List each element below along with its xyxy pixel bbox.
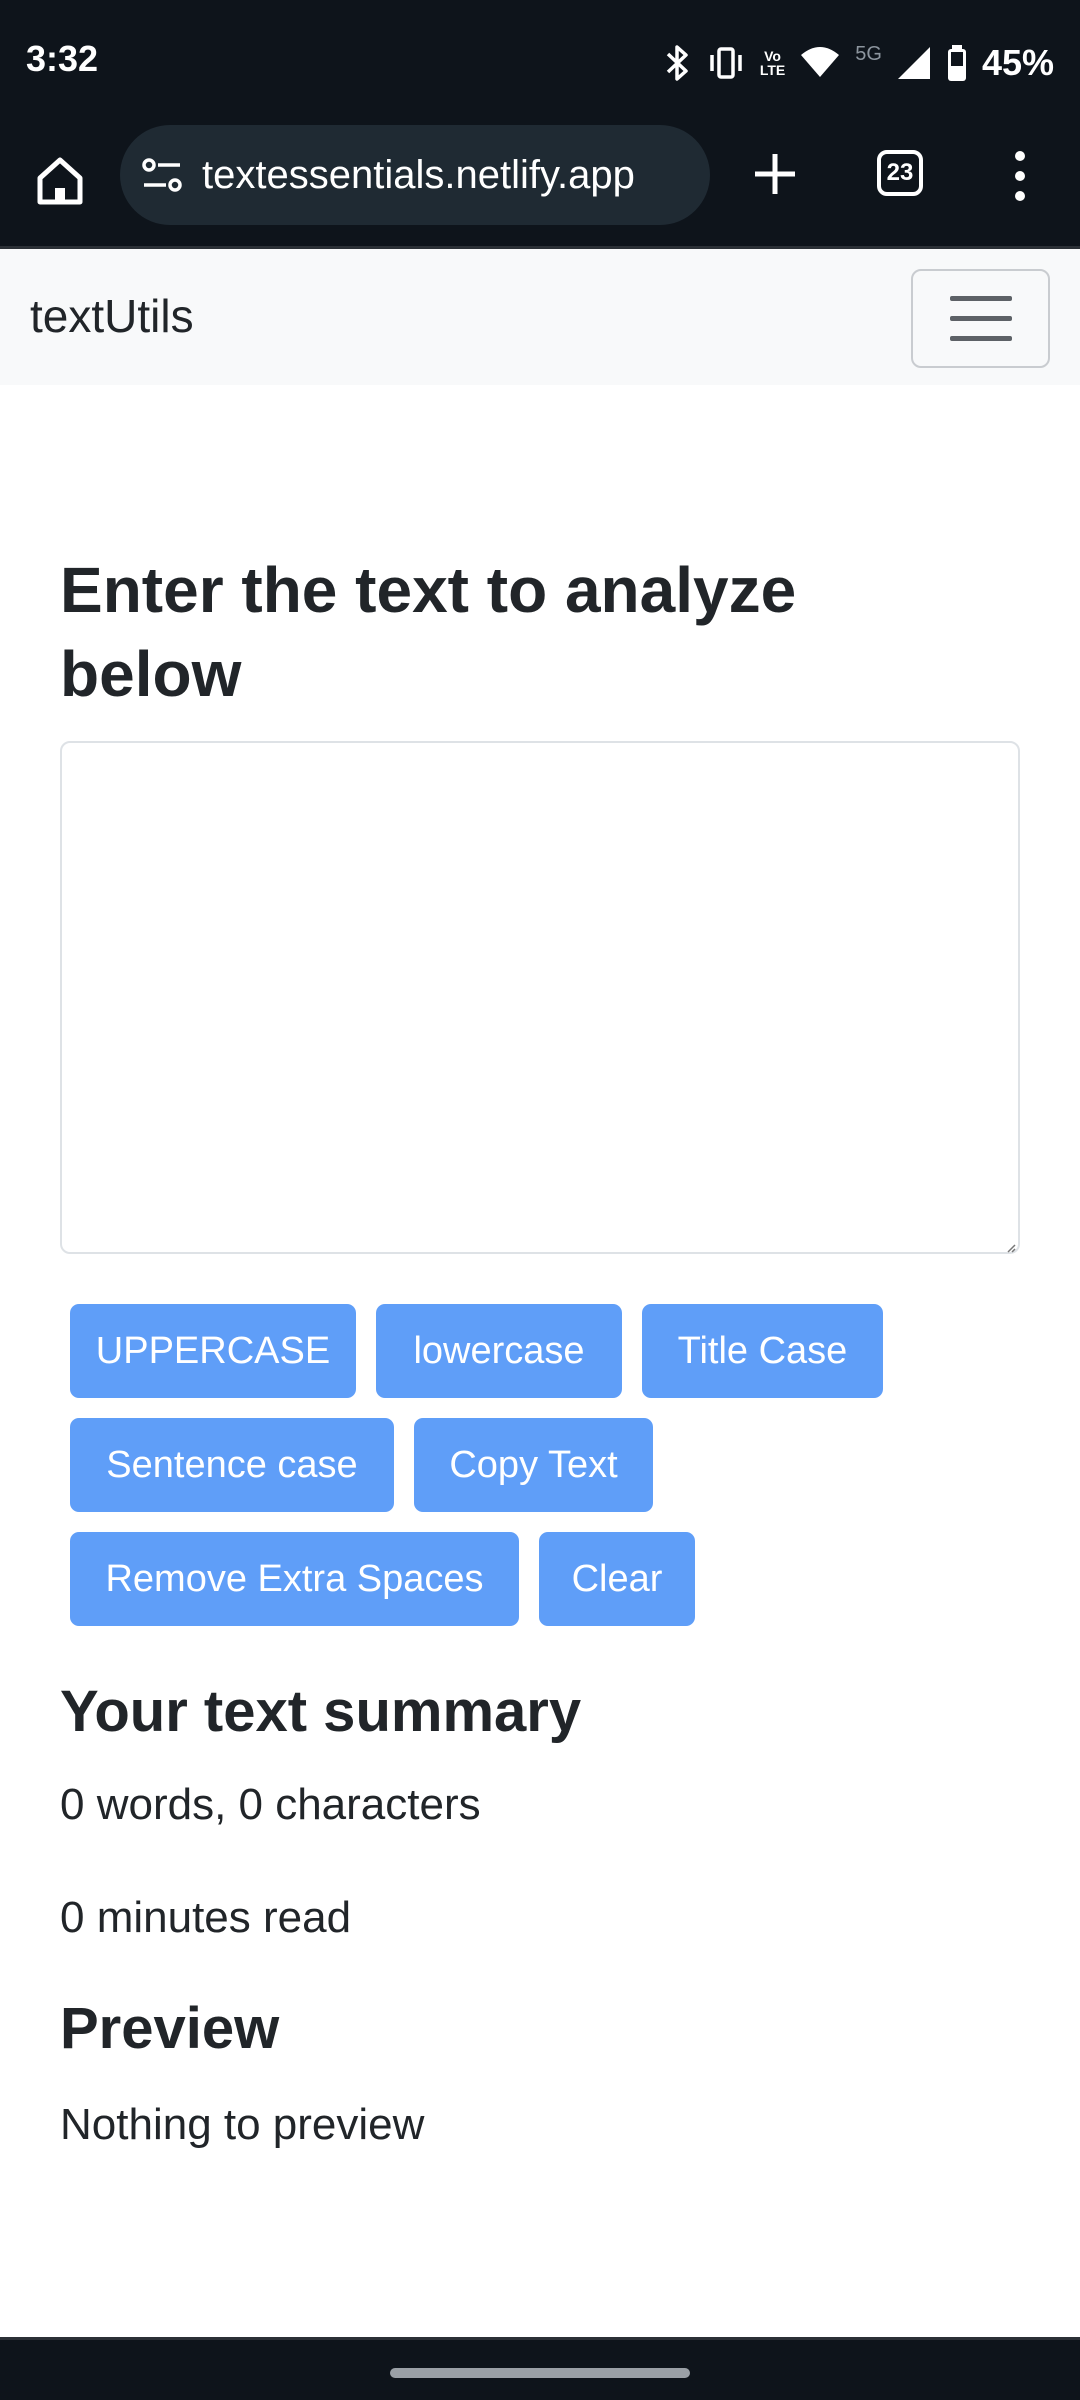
hamburger-icon-line <box>949 336 1012 341</box>
home-icon[interactable] <box>30 150 90 210</box>
word-char-count: 0 words, 0 characters <box>60 1780 481 1829</box>
signal-icon <box>896 43 932 83</box>
text-input-area[interactable] <box>60 741 1020 1254</box>
volte-label-bottom: LTE <box>759 62 786 78</box>
network-type-label: 5G <box>855 42 882 65</box>
new-tab-icon[interactable] <box>745 144 805 204</box>
read-time: 0 minutes read <box>60 1893 352 1942</box>
brand-link[interactable]: textUtils <box>30 289 194 343</box>
summary-title: Your text summary <box>60 1679 582 1744</box>
status-time: 3:32 <box>26 38 99 79</box>
home-gesture-handle[interactable] <box>390 2368 690 2378</box>
browser-toolbar: textessentials.netlify.app 23 <box>0 120 1080 246</box>
preview-text: Nothing to preview <box>60 2100 425 2149</box>
hamburger-icon-line <box>949 296 1012 301</box>
battery-icon <box>946 43 968 83</box>
more-menu-icon[interactable] <box>1000 146 1040 206</box>
status-bar: 3:32 Vo LTE 5G 45% <box>0 0 1080 120</box>
url-text: textessentials.netlify.app <box>202 152 635 197</box>
resize-grip-icon[interactable] <box>1006 1240 1016 1253</box>
clear-button[interactable]: Clear <box>539 1532 695 1626</box>
sentence-case-button[interactable]: Sentence case <box>70 1418 394 1512</box>
bluetooth-icon <box>662 43 692 83</box>
volte-icon: Vo LTE <box>760 49 785 77</box>
title-case-button[interactable]: Title Case <box>642 1304 883 1398</box>
battery-percent: 45% <box>981 42 1054 83</box>
lowercase-button[interactable]: lowercase <box>376 1304 622 1398</box>
site-info-icon[interactable] <box>140 153 184 197</box>
copy-text-button[interactable]: Copy Text <box>414 1418 653 1512</box>
vibrate-icon <box>706 43 746 83</box>
page-title: Enter the text to analyze below <box>60 554 797 710</box>
tabs-icon[interactable]: 23 <box>877 150 923 196</box>
status-icons: Vo LTE 5G 45% <box>662 38 1054 88</box>
preview-title: Preview <box>60 1996 280 2061</box>
wifi-icon <box>799 43 841 83</box>
remove-extra-spaces-button[interactable]: Remove Extra Spaces <box>70 1532 519 1626</box>
navbar: textUtils <box>0 246 1080 385</box>
navbar-toggler-button[interactable] <box>911 269 1050 368</box>
uppercase-button[interactable]: UPPERCASE <box>70 1304 356 1398</box>
hamburger-icon-line <box>949 316 1012 321</box>
address-bar[interactable]: textessentials.netlify.app <box>120 125 710 225</box>
volte-label-top: Vo <box>764 48 781 64</box>
